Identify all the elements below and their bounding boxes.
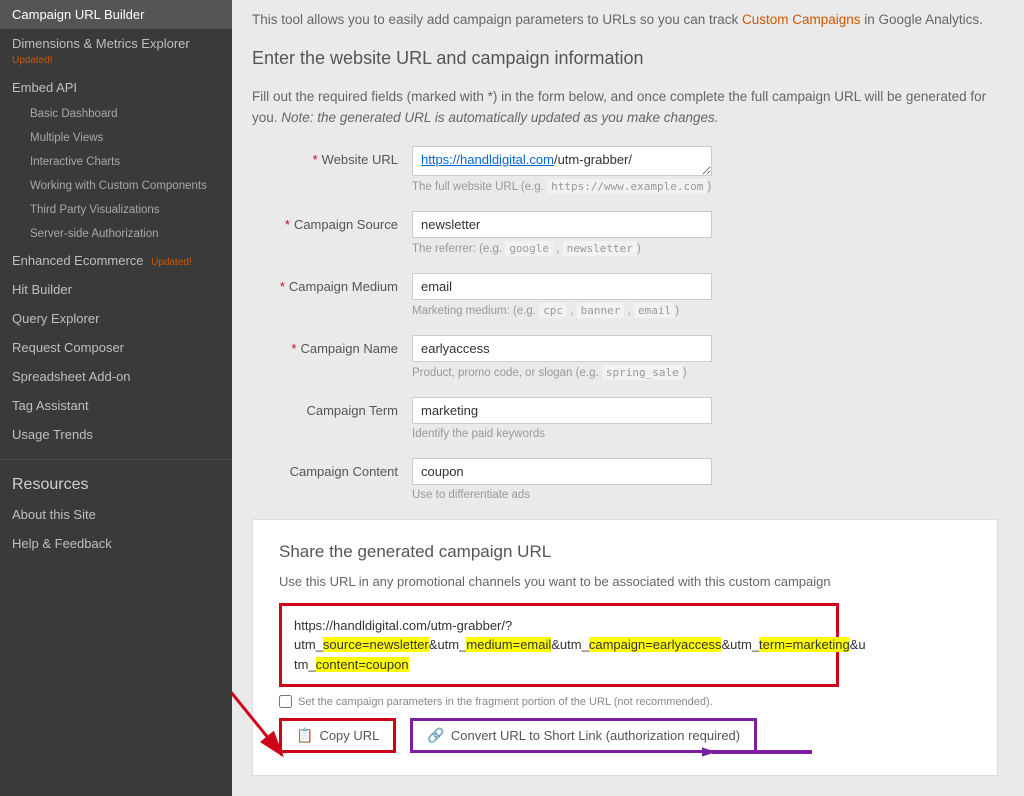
sidebar-item-label: Enhanced Ecommerce (12, 253, 144, 268)
campaign-source-input[interactable] (412, 211, 712, 238)
resources-heading: Resources (0, 470, 232, 500)
updated-badge: Updated! (151, 257, 192, 268)
sidebar-sub-custom-components[interactable]: Working with Custom Components (0, 174, 232, 198)
sidebar-sub-server-side-auth[interactable]: Server-side Authorization (0, 222, 232, 246)
website-url-input[interactable]: https://handldigital.com/utm-grabber/ (412, 146, 712, 176)
sidebar-item-embed-api[interactable]: Embed API (0, 73, 232, 102)
clipboard-icon: 📋 (296, 727, 313, 744)
sidebar-item-enhanced-ecommerce[interactable]: Enhanced Ecommerce Updated! (0, 246, 232, 275)
updated-badge: Updated! (12, 55, 53, 66)
generated-url-box[interactable]: https://handldigital.com/utm-grabber/? u… (279, 603, 839, 688)
sidebar-sub-basic-dashboard[interactable]: Basic Dashboard (0, 102, 232, 126)
sidebar-sub-interactive-charts[interactable]: Interactive Charts (0, 150, 232, 174)
fragment-checkbox-label: Set the campaign parameters in the fragm… (298, 696, 713, 708)
fragment-checkbox[interactable] (279, 695, 292, 708)
campaign-name-label: *Campaign Name (252, 335, 412, 356)
sidebar-item-query-explorer[interactable]: Query Explorer (0, 304, 232, 333)
campaign-term-label: Campaign Term (252, 397, 412, 418)
share-panel: Share the generated campaign URL Use thi… (252, 519, 998, 777)
campaign-name-input[interactable] (412, 335, 712, 362)
website-url-hint: The full website URL (e.g. https://www.e… (412, 180, 712, 193)
share-title: Share the generated campaign URL (279, 542, 971, 562)
sub-intro: Fill out the required fields (marked wit… (252, 87, 998, 128)
sidebar-item-spreadsheet-addon[interactable]: Spreadsheet Add-on (0, 362, 232, 391)
campaign-name-hint: Product, promo code, or slogan (e.g. spr… (412, 366, 712, 379)
custom-campaigns-link[interactable]: Custom Campaigns (742, 12, 861, 27)
sidebar-sub-third-party[interactable]: Third Party Visualizations (0, 198, 232, 222)
sub-intro-note: Note: the generated URL is automatically… (281, 110, 718, 125)
copy-url-label: Copy URL (319, 728, 379, 743)
campaign-source-label: *Campaign Source (252, 211, 412, 232)
sidebar-item-campaign-url-builder[interactable]: Campaign URL Builder (0, 0, 232, 29)
intro-pre: This tool allows you to easily add campa… (252, 12, 742, 27)
intro-text: This tool allows you to easily add campa… (252, 10, 998, 30)
campaign-content-input[interactable] (412, 458, 712, 485)
campaign-medium-label: *Campaign Medium (252, 273, 412, 294)
campaign-term-input[interactable] (412, 397, 712, 424)
sidebar-item-about[interactable]: About this Site (0, 500, 232, 529)
convert-short-link-button[interactable]: 🔗 Convert URL to Short Link (authorizati… (410, 718, 757, 753)
sidebar-item-request-composer[interactable]: Request Composer (0, 333, 232, 362)
sidebar-divider (0, 459, 232, 460)
intro-post: in Google Analytics. (861, 12, 983, 27)
campaign-medium-hint: Marketing medium: (e.g. cpc , banner , e… (412, 304, 712, 317)
copy-url-button[interactable]: 📋 Copy URL (279, 718, 396, 753)
website-url-label: *Website URL (252, 146, 412, 167)
link-icon: 🔗 (427, 727, 444, 744)
sidebar-item-tag-assistant[interactable]: Tag Assistant (0, 391, 232, 420)
share-desc: Use this URL in any promotional channels… (279, 574, 971, 589)
campaign-source-hint: The referrer: (e.g. google , newsletter) (412, 242, 712, 255)
campaign-content-label: Campaign Content (252, 458, 412, 479)
sidebar-item-label: Dimensions & Metrics Explorer (12, 36, 190, 51)
section-heading: Enter the website URL and campaign infor… (252, 48, 998, 69)
sidebar-item-dimensions-metrics[interactable]: Dimensions & Metrics Explorer Updated! (0, 29, 232, 73)
convert-short-link-label: Convert URL to Short Link (authorization… (451, 728, 740, 743)
main-content: This tool allows you to easily add campa… (232, 0, 1024, 796)
sidebar-item-help-feedback[interactable]: Help & Feedback (0, 529, 232, 558)
sidebar-item-usage-trends[interactable]: Usage Trends (0, 420, 232, 449)
campaign-content-hint: Use to differentiate ads (412, 489, 712, 501)
campaign-medium-input[interactable] (412, 273, 712, 300)
sidebar: Campaign URL Builder Dimensions & Metric… (0, 0, 232, 796)
campaign-term-hint: Identify the paid keywords (412, 428, 712, 440)
sidebar-sub-multiple-views[interactable]: Multiple Views (0, 126, 232, 150)
sidebar-item-hit-builder[interactable]: Hit Builder (0, 275, 232, 304)
